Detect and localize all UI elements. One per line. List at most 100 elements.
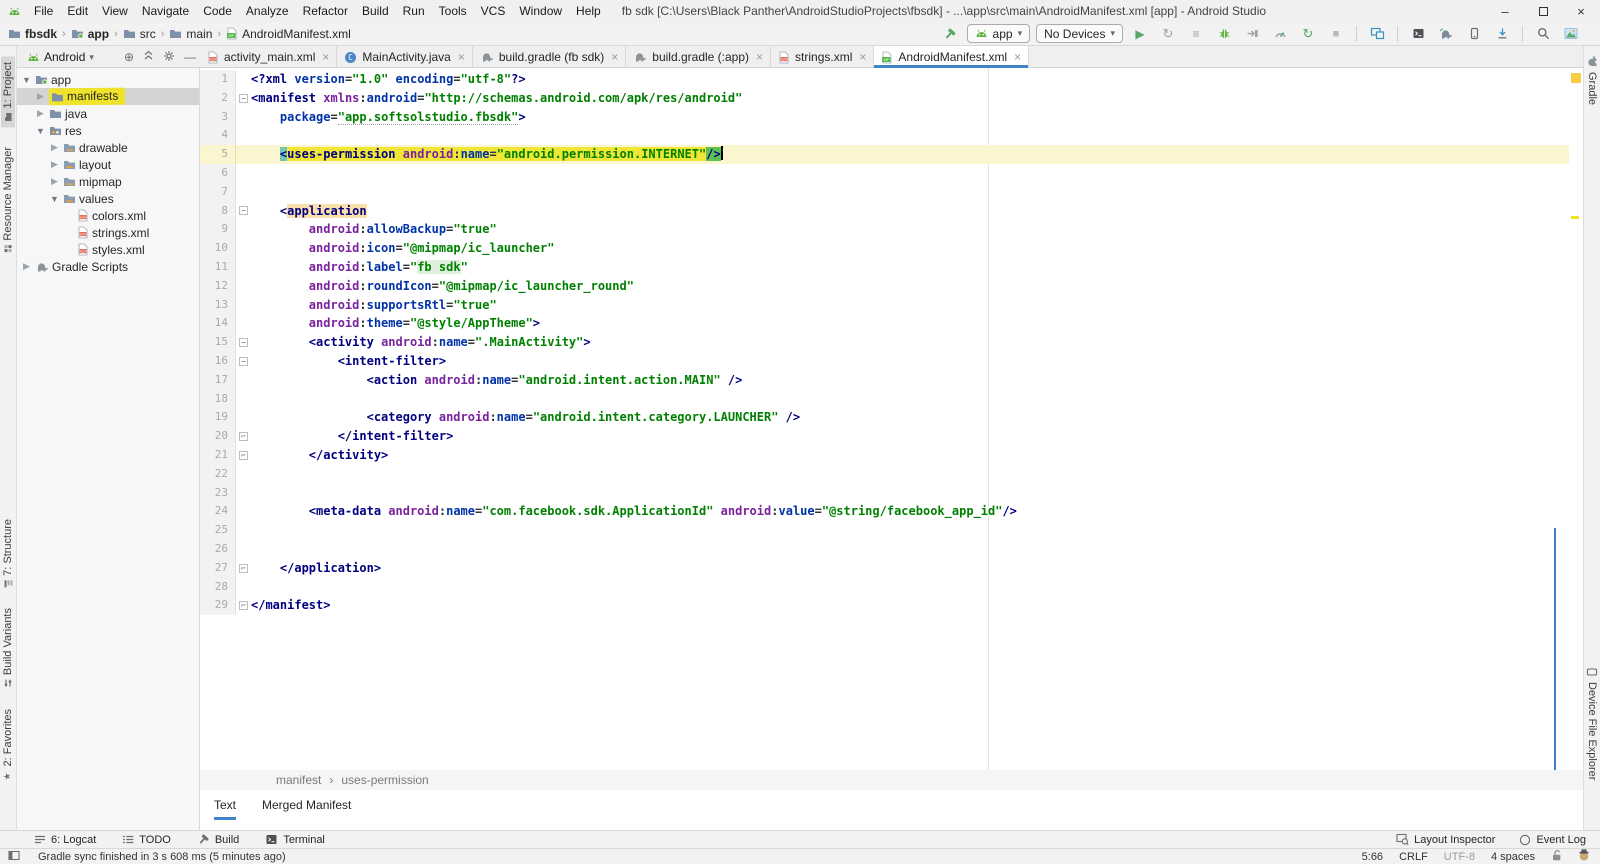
tree-item-res[interactable]: ▼res (17, 122, 199, 139)
chevron-right-icon[interactable]: ▶ (49, 176, 60, 187)
editor-tab-build-gradle-fb-sdk[interactable]: build.gradle (fb sdk)× (473, 46, 626, 68)
code-line-21[interactable]: 21⌐ </activity> (200, 446, 1583, 465)
code-line-7[interactable]: 7 (200, 183, 1583, 202)
lock-open-icon[interactable] (1551, 849, 1562, 864)
chevron-right-icon[interactable]: ▶ (21, 261, 32, 272)
menu-navigate[interactable]: Navigate (135, 4, 196, 18)
menu-analyze[interactable]: Analyze (239, 4, 296, 18)
code-line-14[interactable]: 14 android:theme="@style/AppTheme"> (200, 314, 1583, 333)
code-line-19[interactable]: 19 <category android:name="android.inten… (200, 408, 1583, 427)
code-line-16[interactable]: 16− <intent-filter> (200, 352, 1583, 371)
stop-icon[interactable]: ■ (1325, 24, 1347, 44)
search-icon[interactable] (1532, 24, 1554, 44)
view-tab-merged-manifest[interactable]: Merged Manifest (262, 798, 351, 817)
fold-marker-icon[interactable]: ⌐ (236, 446, 251, 465)
error-stripe-mark[interactable] (1571, 73, 1581, 83)
sdk-manager-icon[interactable] (1491, 24, 1513, 44)
editor-tab-mainactivity-java[interactable]: CMainActivity.java× (337, 46, 473, 68)
editor-tab-activity-main-xml[interactable]: </>activity_main.xml× (200, 46, 337, 68)
fold-marker-icon[interactable]: − (236, 89, 251, 108)
fold-marker-icon[interactable]: ⌐ (236, 596, 251, 615)
hammer-icon[interactable] (939, 24, 961, 44)
profiler-icon[interactable] (1269, 24, 1291, 44)
menu-window[interactable]: Window (512, 4, 569, 18)
hide-panel-icon[interactable]: — (184, 50, 196, 64)
breadcrumb-app[interactable]: app (71, 27, 109, 41)
stripe-button-build-variants[interactable]: Build Variants (2, 608, 14, 688)
tree-item-drawable[interactable]: ▶drawable (17, 139, 199, 156)
stripe-button-1-project[interactable]: 1: Project (1, 56, 15, 127)
toolwindow-button-event-log[interactable]: Event Log (1519, 834, 1586, 846)
run-icon[interactable]: ▶ (1129, 24, 1151, 44)
rerun-icon[interactable]: ↻ (1157, 24, 1179, 44)
toolwindow-toggle-icon[interactable] (8, 850, 20, 864)
chevron-down-icon[interactable]: ▼ (21, 75, 32, 85)
breadcrumb-androidmanifest-xml[interactable]: MFAndroidManifest.xml (226, 27, 351, 41)
tree-item-layout[interactable]: ▶layout (17, 156, 199, 173)
menu-file[interactable]: File (27, 4, 60, 18)
chevron-down-icon[interactable]: ▼ (35, 126, 46, 136)
fold-marker-icon[interactable]: − (236, 352, 251, 371)
breadcrumb-main[interactable]: main (169, 27, 212, 41)
tree-item-colors-xml[interactable]: </>colors.xml (17, 207, 199, 224)
code-line-10[interactable]: 10 android:icon="@mipmap/ic_launcher" (200, 239, 1583, 258)
attach-debugger-icon[interactable] (1241, 24, 1263, 44)
close-button[interactable]: × (1562, 0, 1600, 22)
chevron-right-icon[interactable]: ▶ (35, 108, 46, 119)
device-preview-icon[interactable] (1560, 24, 1582, 44)
locate-file-icon[interactable]: ⊕ (124, 50, 134, 64)
collapse-all-icon[interactable] (143, 50, 154, 64)
minimize-button[interactable]: – (1486, 0, 1524, 22)
status-indent-style[interactable]: 4 spaces (1491, 851, 1535, 863)
code-line-1[interactable]: 1<?xml version="1.0" encoding="utf-8"?> (200, 70, 1583, 89)
menu-help[interactable]: Help (569, 4, 608, 18)
toolwindow-button-6-logcat[interactable]: 6: Logcat (34, 834, 96, 846)
tree-item-mipmap[interactable]: ▶mipmap (17, 173, 199, 190)
code-line-17[interactable]: 17 <action android:name="android.intent.… (200, 371, 1583, 390)
code-line-20[interactable]: 20⌐ </intent-filter> (200, 427, 1583, 446)
code-line-5[interactable]: 5 <uses-permission android:name="android… (200, 145, 1583, 164)
target-device-select[interactable]: No Devices ▾ (1036, 24, 1123, 43)
stripe-button-resource-manager[interactable]: Resource Manager (2, 147, 14, 254)
run-dashboard-icon[interactable]: ≡ (1185, 24, 1207, 44)
menu-vcs[interactable]: VCS (474, 4, 513, 18)
editor-tab-strings-xml[interactable]: </>strings.xml× (771, 46, 874, 68)
close-tab-icon[interactable]: × (756, 50, 763, 64)
tree-item-styles-xml[interactable]: </>styles.xml (17, 241, 199, 258)
error-stripe-mark[interactable] (1571, 216, 1579, 219)
project-view-select[interactable]: Android (44, 50, 85, 64)
toolwindow-button-todo[interactable]: TODO (122, 834, 171, 846)
xml-breadcrumb-uses-permission[interactable]: uses-permission (341, 773, 428, 787)
toolwindow-button-layout-inspector[interactable]: Layout Inspector (1396, 833, 1495, 846)
chevron-right-icon[interactable]: ▶ (49, 159, 60, 170)
tree-item-strings-xml[interactable]: </>strings.xml (17, 224, 199, 241)
close-tab-icon[interactable]: × (611, 50, 618, 64)
stripe-button-7-structure[interactable]: 7: Structure (2, 519, 14, 589)
code-line-13[interactable]: 13 android:supportsRtl="true" (200, 296, 1583, 315)
close-tab-icon[interactable]: × (859, 50, 866, 64)
settings-gear-icon[interactable] (163, 50, 175, 65)
maximize-button[interactable] (1524, 0, 1562, 22)
chevron-right-icon[interactable]: ▶ (35, 91, 46, 102)
fold-marker-icon[interactable]: − (236, 202, 251, 221)
menu-tools[interactable]: Tools (432, 4, 474, 18)
code-line-26[interactable]: 26 (200, 540, 1583, 559)
code-line-22[interactable]: 22 (200, 465, 1583, 484)
chevron-down-icon[interactable]: ▼ (49, 194, 60, 204)
view-tab-text[interactable]: Text (214, 798, 236, 817)
run-configuration-select[interactable]: app ▾ (967, 24, 1031, 43)
fold-marker-icon[interactable]: − (236, 333, 251, 352)
code-line-28[interactable]: 28 (200, 578, 1583, 597)
breadcrumb-src[interactable]: src (123, 27, 156, 41)
toolwindow-button-terminal[interactable]: Terminal (265, 833, 325, 846)
tree-item-app[interactable]: ▼app (17, 71, 199, 88)
tree-item-values[interactable]: ▼values (17, 190, 199, 207)
editor-tab-androidmanifest-xml[interactable]: MFAndroidManifest.xml× (874, 46, 1029, 68)
sync-gradle-icon[interactable] (1435, 24, 1457, 44)
chevron-right-icon[interactable]: ▶ (49, 142, 60, 153)
status-line-separator[interactable]: CRLF (1399, 851, 1428, 863)
code-line-8[interactable]: 8− <application (200, 202, 1583, 221)
fold-marker-icon[interactable]: ⌐ (236, 559, 251, 578)
device-manager-icon[interactable] (1366, 24, 1388, 44)
code-line-3[interactable]: 3 package="app.softsolstudio.fbsdk"> (200, 108, 1583, 127)
